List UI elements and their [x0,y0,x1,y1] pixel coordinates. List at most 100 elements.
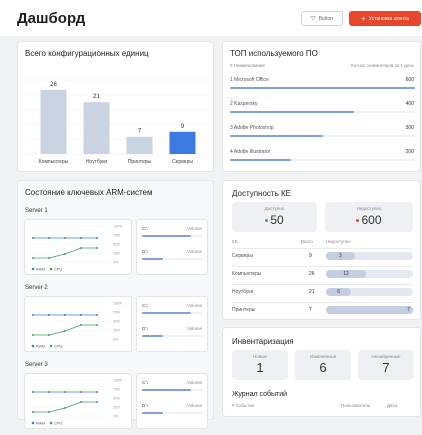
availability-card: Доступность КЕ Доступно 50 Недоступно 60… [222,180,421,320]
usage-tick-label: 25% [113,329,120,333]
unavailable-dot-icon [356,219,360,223]
software-name: 4 Adobe Illustrator [230,149,271,155]
page-header: Дашборд ▽ Button + Установка агента [0,0,422,36]
software-progress-fill [230,87,415,89]
server-usage-chart: 100% 75% 50% 25% 0% RAM CPU [24,296,132,352]
inventory-new-value: 1 [256,360,264,375]
install-agent-button[interactable]: + Установка агента [349,11,421,26]
ram-point [32,391,34,393]
chart-bar[interactable] [83,102,110,154]
disk-label: D:\ [142,403,148,408]
chart-bar[interactable] [40,89,67,154]
cpu-point [32,411,34,413]
server-disk-panel: C:\ Volume D:\ Volume [136,219,208,275]
top-software-col-name: # Наименование [230,63,265,68]
server-usage-svg: 100% 75% 50% 25% 0% RAM CPU [31,379,122,426]
disk-label: C:\ [142,380,148,385]
plus-icon: + [361,14,366,23]
filter-button[interactable]: ▽ Button [301,11,343,26]
top-software-card: ТОП используемого ПО # Наименование Кол-… [222,41,421,172]
cpu-point [48,411,50,413]
chart-bar[interactable] [126,136,153,154]
available-dot-icon [265,219,269,223]
cpu-point [64,330,66,332]
cpu-point [48,334,50,336]
cpu-point [64,407,66,409]
software-name: 1 Microsoft Office [230,77,269,83]
arm-card: Состояние ключевых ARM-систем Server 1 10… [17,180,214,429]
inventory-title: Инвентаризация [232,337,294,346]
cpu-legend-dot-icon [49,267,53,271]
availability-row-fill[interactable]: 12 [326,270,367,278]
disk-volume-label: Volume [186,326,202,331]
inventory-new-stat: Новые 1 [232,350,288,380]
availability-row-fill[interactable]: 7 [326,306,413,314]
ram-point [80,391,82,393]
software-name: 3 Adobe Photoshop [230,125,274,131]
chart-category-label: Компьютеры [39,159,69,165]
chart-bar[interactable] [169,131,196,154]
disk-label: C:\ [142,303,148,308]
install-agent-label: Установка агента [368,15,409,22]
ram-point [32,314,34,316]
top-software-title: ТОП используемого ПО [230,49,318,58]
usage-tick-label: 100% [113,225,122,229]
inventory-changed-stat: Измененные 6 [295,350,351,380]
events-col-date: Дата [387,403,397,408]
chart-data-label: 7 [138,129,142,135]
usage-tick-label: 75% [113,234,120,238]
cpu-point [96,247,98,249]
cpu-legend-dot-icon [49,344,53,348]
chart-category-label: Принтеры [128,159,152,165]
usage-tick-label: 25% [113,252,120,256]
server-name: Server 1 [25,208,48,214]
inventory-missing-label: Ненайденные [371,354,401,359]
inventory-missing-value: 7 [382,360,390,375]
disk-usage-fill [142,235,191,237]
usage-tick-label: 25% [113,406,120,410]
ram-point [64,237,66,239]
cpu-point [80,247,82,249]
software-count: 300 [405,125,414,131]
disk-usage-fill [142,258,164,260]
availability-row-fill[interactable]: 6 [326,288,352,296]
inventory-changed-label: Измененные [309,354,337,359]
ram-legend-dot-icon [31,267,35,271]
events-col-user: Пользователь [341,403,371,408]
server-usage-chart: 100% 75% 50% 25% 0% RAM CPU [24,373,132,429]
cpu-point [80,324,82,326]
ram-point [48,314,50,316]
availability-row-divider [232,248,413,249]
usage-tick-label: 50% [113,397,120,401]
cpu-legend-label: CPU [54,344,63,349]
unavailable-value: 600 [361,213,382,227]
chart-data-label: 26 [50,82,57,88]
ram-legend-label: RAM [36,267,45,272]
disk-volume-label: Volume [186,403,202,408]
ram-legend-label: RAM [36,344,45,349]
available-stat: Доступно 50 [232,202,317,232]
server-name: Server 2 [25,285,48,291]
cpu-legend-label: CPU [54,267,63,272]
disk-label: D:\ [142,249,148,254]
cpu-point [96,401,98,403]
config-units-title: Всего конфигурационных единиц [25,49,149,58]
availability-row-name: Компьютеры [232,271,262,277]
availability-row-total: 26 [309,271,315,277]
chart-data-label: 21 [93,94,100,100]
usage-tick-label: 50% [113,320,120,324]
usage-tick-label: 100% [113,379,122,383]
availability-row-divider [232,284,413,285]
availability-col-ke: КЕ [232,239,238,244]
ram-point [80,314,82,316]
ram-point [48,391,50,393]
chart-category-label: Серверы [172,159,193,165]
ram-legend-label: RAM [36,421,45,426]
disk-usage-fill [142,312,191,314]
availability-row-total: 21 [309,289,315,295]
usage-tick-label: 0% [113,261,118,265]
server-disk-panel: C:\ Volume D:\ Volume [136,296,208,352]
config-units-chart: 26 Компьютеры 21 Ноутбуки 7 Принтеры 9 Серверы [26,79,208,165]
events-col-event: # Событие [232,403,255,408]
availability-row-fill[interactable]: 3 [326,252,355,260]
